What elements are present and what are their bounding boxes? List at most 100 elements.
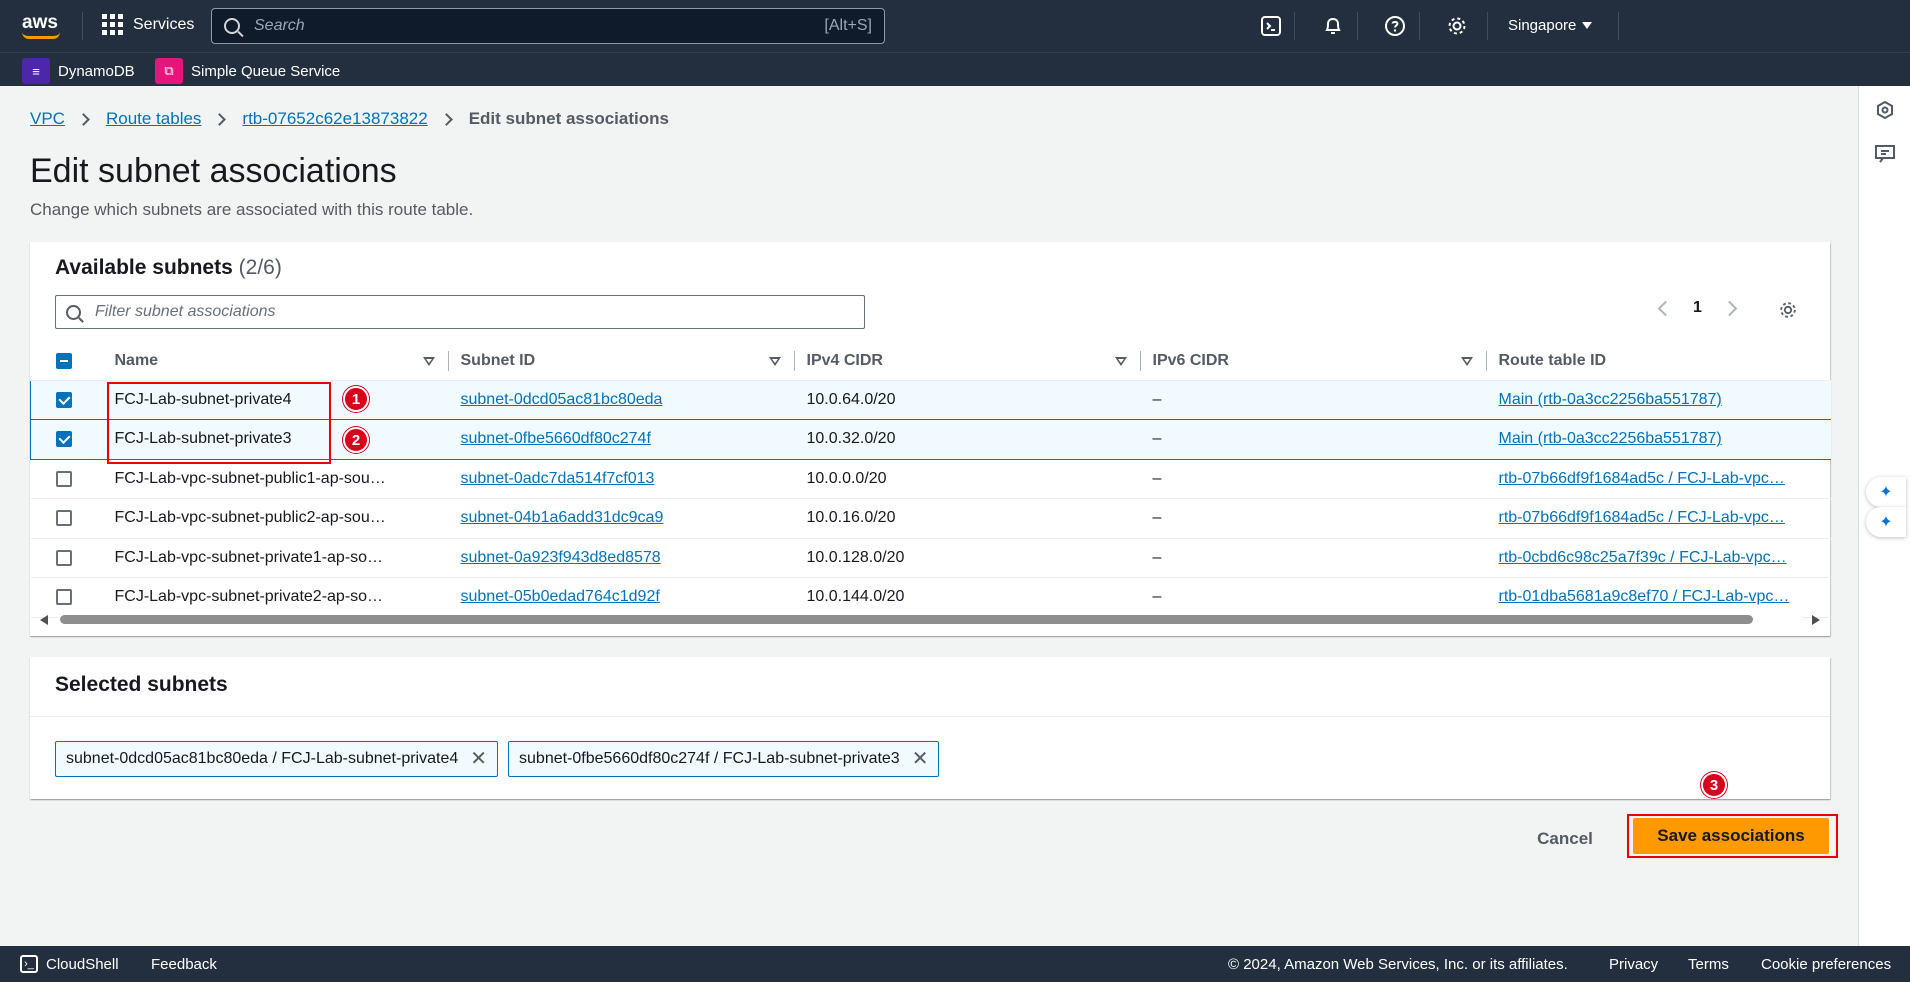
- current-page-number[interactable]: 1: [1693, 299, 1702, 317]
- favorite-sqs[interactable]: ⧉ Simple Queue Service: [155, 58, 340, 84]
- close-icon[interactable]: ✕: [470, 749, 487, 769]
- row-checkbox[interactable]: [55, 589, 72, 606]
- selection-count: (2/6): [238, 256, 282, 279]
- route-table-cell: rtb-07b66df9f1684ad5c / FCJ-Lab-vpc…: [1486, 459, 1831, 499]
- row-checkbox[interactable]: [55, 470, 72, 487]
- floating-assistant-icon[interactable]: ✦: [1866, 477, 1906, 507]
- sort-icon[interactable]: [1460, 357, 1473, 366]
- scroll-right-icon[interactable]: [1812, 615, 1820, 625]
- route-table-link[interactable]: rtb-07b66df9f1684ad5c / FCJ-Lab-vpc…: [1499, 509, 1785, 526]
- page-title: Edit subnet associations: [30, 152, 397, 190]
- chevron-right-icon: [439, 112, 453, 126]
- ipv4-cidr: 10.0.0.0/20: [794, 459, 1141, 499]
- breadcrumb: VPC Route tables rtb-07652c62e13873822 E…: [30, 109, 669, 129]
- help-icon[interactable]: [1383, 14, 1407, 38]
- table-row[interactable]: FCJ-Lab-vpc-subnet-public2-ap-sou… subne…: [30, 498, 1831, 539]
- close-icon[interactable]: ✕: [912, 749, 929, 769]
- next-page-icon[interactable]: [1721, 300, 1738, 316]
- subnet-id-cell: subnet-0fbe5660df80c274f: [448, 419, 795, 460]
- footer-terms-link[interactable]: Terms: [1688, 956, 1729, 973]
- route-table-link[interactable]: Main (rtb-0a3cc2256ba551787): [1499, 430, 1722, 447]
- route-table-link[interactable]: Main (rtb-0a3cc2256ba551787): [1499, 391, 1722, 408]
- footer-cloudshell-link[interactable]: CloudShell: [46, 956, 119, 973]
- scroll-thumb[interactable]: [60, 615, 1753, 624]
- row-checkbox[interactable]: [56, 391, 72, 408]
- sort-icon[interactable]: [422, 357, 435, 366]
- footer-cookie-preferences-link[interactable]: Cookie preferences: [1761, 956, 1891, 973]
- row-checkbox[interactable]: [55, 549, 72, 566]
- table-row[interactable]: FCJ-Lab-vpc-subnet-private1-ap-so… subne…: [30, 538, 1831, 578]
- subnet-id-link[interactable]: subnet-04b1a6add31dc9ca9: [461, 509, 664, 526]
- annotation-badge-1: 1: [343, 386, 369, 412]
- sort-icon[interactable]: [1114, 357, 1127, 366]
- breadcrumb-route-tables[interactable]: Route tables: [106, 109, 201, 129]
- floating-assistant-icon[interactable]: ✦: [1866, 507, 1906, 537]
- selected-subnet-token: subnet-0dcd05ac81bc80eda / FCJ-Lab-subne…: [55, 741, 499, 777]
- page-subtitle: Change which subnets are associated with…: [30, 200, 474, 219]
- column-header-ipv4-cidr[interactable]: IPv4 CIDR: [794, 342, 1141, 381]
- selected-subnets-title: Selected subnets: [55, 673, 228, 696]
- column-header-route-table-id[interactable]: Route table ID: [1486, 342, 1831, 381]
- dynamodb-icon: ≡: [22, 58, 50, 84]
- cloudshell-icon[interactable]: ›_: [20, 955, 38, 973]
- ipv4-cidr: 10.0.32.0/20: [794, 419, 1141, 460]
- subnet-id-link[interactable]: subnet-0dcd05ac81bc80eda: [461, 391, 663, 408]
- global-search-input[interactable]: Search [Alt+S]: [211, 8, 885, 44]
- aws-logo[interactable]: aws: [22, 12, 62, 39]
- footer-copyright: © 2024, Amazon Web Services, Inc. or its…: [1228, 956, 1568, 973]
- grid-icon: [102, 14, 123, 35]
- row-checkbox-cell: [30, 379, 103, 420]
- column-header-name[interactable]: Name: [102, 342, 449, 381]
- subnet-id-link[interactable]: subnet-0adc7da514f7cf013: [461, 470, 655, 487]
- breadcrumb-vpc[interactable]: VPC: [30, 109, 65, 129]
- ipv6-cidr: –: [1140, 419, 1487, 460]
- panel-title-text: Available subnets: [55, 256, 233, 279]
- services-label: Services: [133, 15, 195, 33]
- region-selector[interactable]: Singapore: [1508, 17, 1593, 34]
- search-shortcut: [Alt+S]: [824, 17, 872, 34]
- row-checkbox-cell: [30, 538, 103, 578]
- column-header-subnet-id[interactable]: Subnet ID: [448, 342, 795, 381]
- ipv6-cidr: –: [1140, 538, 1487, 578]
- route-table-link[interactable]: rtb-01dba5681a9c8ef70 / FCJ-Lab-vpc…: [1499, 588, 1790, 605]
- services-menu[interactable]: Services: [102, 14, 194, 35]
- previous-page-icon[interactable]: [1657, 300, 1674, 316]
- favorite-dynamodb[interactable]: ≡ DynamoDB: [22, 58, 135, 84]
- footer-feedback-link[interactable]: Feedback: [151, 956, 217, 973]
- breadcrumb-route-table-id[interactable]: rtb-07652c62e13873822: [242, 109, 427, 129]
- filter-subnets-input[interactable]: Filter subnet associations: [55, 295, 865, 329]
- select-all-checkbox[interactable]: [55, 352, 72, 369]
- subnet-name: FCJ-Lab-vpc-subnet-public2-ap-sou…: [102, 498, 449, 539]
- info-panel-icon[interactable]: [1875, 100, 1895, 120]
- footer-privacy-link[interactable]: Privacy: [1609, 956, 1658, 973]
- row-checkbox[interactable]: [56, 431, 72, 448]
- horizontal-scrollbar[interactable]: [38, 610, 1822, 626]
- bell-icon[interactable]: [1321, 14, 1345, 38]
- ipv4-cidr: 10.0.64.0/20: [794, 379, 1141, 420]
- route-table-link[interactable]: rtb-0cbd6c98c25a7f39c / FCJ-Lab-vpc…: [1499, 549, 1787, 566]
- column-label: Name: [114, 351, 159, 369]
- subnet-id-link[interactable]: subnet-0fbe5660df80c274f: [461, 430, 651, 447]
- scroll-left-icon[interactable]: [40, 615, 48, 625]
- nav-divider: [1357, 12, 1358, 40]
- route-table-link[interactable]: rtb-07b66df9f1684ad5c / FCJ-Lab-vpc…: [1499, 470, 1785, 487]
- column-header-ipv6-cidr[interactable]: IPv6 CIDR: [1140, 342, 1487, 381]
- subnet-id-link[interactable]: subnet-0a923f943d8ed8578: [461, 549, 661, 566]
- feedback-panel-icon[interactable]: [1875, 144, 1895, 164]
- table-preferences-icon[interactable]: [1778, 300, 1798, 320]
- breadcrumb-current: Edit subnet associations: [468, 109, 669, 128]
- subnet-id-link[interactable]: subnet-05b0edad764c1d92f: [461, 588, 660, 605]
- table-header-row: Name Subnet ID IPv4 CIDR IPv6 CIDR Route…: [30, 342, 1831, 381]
- table-row[interactable]: FCJ-Lab-vpc-subnet-public1-ap-sou… subne…: [30, 459, 1831, 499]
- row-checkbox[interactable]: [55, 510, 72, 527]
- sort-icon[interactable]: [768, 357, 781, 366]
- save-associations-button[interactable]: Save associations: [1633, 818, 1829, 854]
- ipv6-cidr: –: [1140, 379, 1487, 420]
- cloudshell-icon[interactable]: [1259, 14, 1283, 38]
- aws-logo-text: aws: [22, 12, 58, 33]
- favorite-label: Simple Queue Service: [191, 62, 341, 80]
- cancel-button[interactable]: Cancel: [1530, 823, 1600, 855]
- gear-icon[interactable]: [1445, 14, 1469, 38]
- subnet-id-cell: subnet-0dcd05ac81bc80eda: [448, 379, 795, 420]
- route-table-cell: rtb-07b66df9f1684ad5c / FCJ-Lab-vpc…: [1486, 498, 1831, 539]
